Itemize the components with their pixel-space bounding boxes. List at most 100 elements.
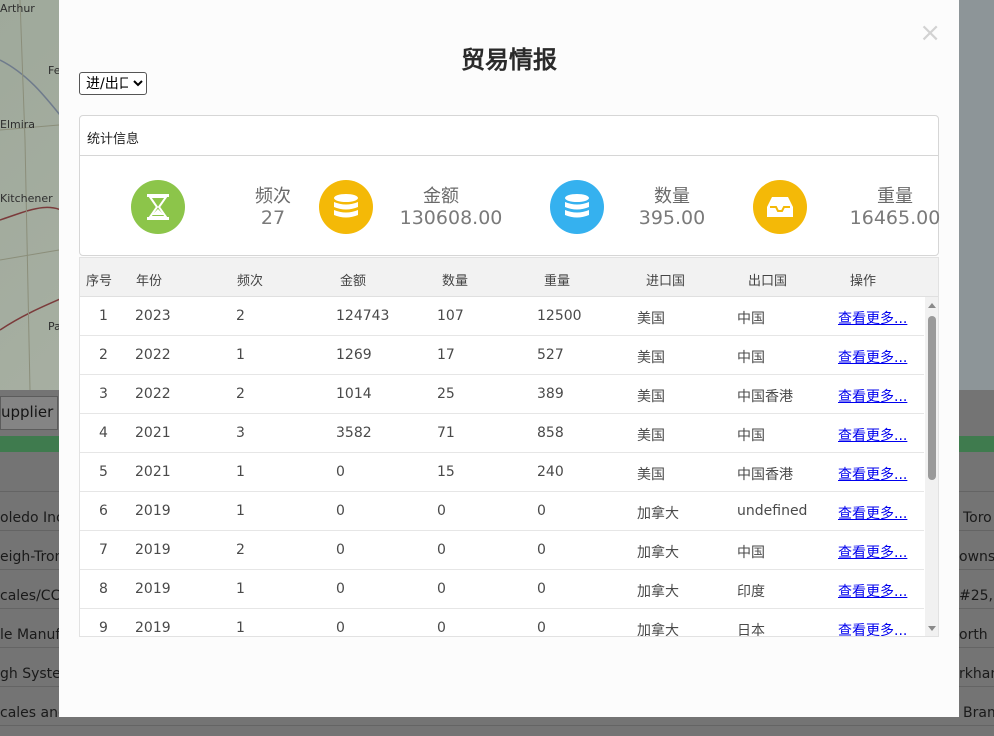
- view-more-link[interactable]: 查看更多...: [838, 620, 907, 636]
- table-row: 6 2019 1 0 0 0 加拿大 undefined 查看更多...: [80, 492, 924, 531]
- table-cell: 6: [99, 503, 108, 519]
- table-row: 2 2022 1 1269 17 527 美国 中国 查看更多...: [80, 336, 924, 375]
- stat-label: 频次: [255, 186, 291, 207]
- table-row: 3 2022 2 1014 25 389 美国 中国香港 查看更多...: [80, 375, 924, 414]
- table-cell: 1: [236, 347, 245, 363]
- table-cell: 1269: [336, 347, 372, 363]
- table-row: 5 2021 1 0 15 240 美国 中国香港 查看更多...: [80, 453, 924, 492]
- table-body: 1 2023 2 124743 107 12500 美国 中国 查看更多... 2 2022 1 126…: [80, 297, 924, 637]
- modal-title: 贸易情报: [461, 46, 557, 74]
- table-cell: 8: [99, 581, 108, 597]
- table-cell: 1: [99, 308, 108, 324]
- table-cell: 124743: [336, 308, 390, 324]
- table-cell: 1: [236, 620, 245, 636]
- view-more-link[interactable]: 查看更多...: [838, 581, 907, 601]
- view-more-link[interactable]: 查看更多...: [838, 308, 907, 328]
- background-map-edge: [959, 0, 994, 390]
- table-row: 4 2021 3 3582 71 858 美国 中国 查看更多...: [80, 414, 924, 453]
- table-cell: 0: [537, 503, 546, 519]
- table-cell: 858: [537, 425, 564, 441]
- background-row-left: gh System: [0, 666, 59, 682]
- hourglass-icon: [131, 180, 185, 234]
- background-row-right: orth: [959, 627, 988, 643]
- table-cell: 0: [537, 581, 546, 597]
- stat-label: 金额: [423, 186, 459, 207]
- table-cell: 美国: [637, 350, 665, 366]
- view-more-link[interactable]: 查看更多...: [838, 464, 907, 484]
- table-cell: 9: [99, 620, 108, 636]
- table-cell: 0: [336, 581, 345, 597]
- background-divider: [0, 725, 994, 726]
- table-cell: 中国: [737, 545, 765, 561]
- view-more-link[interactable]: 查看更多...: [838, 542, 907, 562]
- table-cell: 2022: [135, 347, 171, 363]
- table-cell: 2: [236, 542, 245, 558]
- table-cell: 71: [437, 425, 455, 441]
- background-row-left: le Manuf: [0, 627, 59, 643]
- scroll-thumb[interactable]: [928, 316, 936, 480]
- table-row: 8 2019 1 0 0 0 加拿大 印度 查看更多...: [80, 570, 924, 609]
- stat-value: 16465.00: [849, 207, 941, 229]
- direction-select[interactable]: 进/出口: [79, 72, 147, 95]
- background-row-right: Toro: [963, 510, 992, 526]
- stats-panel: 统计信息 频次 27 金额 130608.00 数量 395.00 重量 164…: [79, 115, 940, 256]
- table-cell: 0: [336, 464, 345, 480]
- table-cell: 1014: [336, 386, 372, 402]
- table-cell: 中国香港: [737, 467, 793, 483]
- database-icon: [319, 180, 373, 234]
- table-cell: 0: [336, 542, 345, 558]
- table-cell: 25: [437, 386, 455, 402]
- column-header: 数量: [442, 274, 469, 289]
- background-tab-label: upplier: [1, 403, 54, 421]
- table-cell: 2022: [135, 386, 171, 402]
- table-cell: 0: [336, 503, 345, 519]
- table-cell: 2: [236, 386, 245, 402]
- table-cell: 美国: [637, 428, 665, 444]
- table-scrollbar[interactable]: [925, 297, 938, 636]
- background-tab: upplier: [0, 396, 58, 430]
- table-cell: 0: [537, 620, 546, 636]
- table-cell: undefined: [737, 503, 808, 519]
- table-cell: 加拿大: [637, 623, 679, 637]
- map-label: Elmira: [0, 118, 36, 131]
- column-header: 频次: [237, 274, 264, 289]
- background-row-right: Bram: [963, 705, 994, 721]
- table-cell: 2: [236, 308, 245, 324]
- table-cell: 2019: [135, 581, 171, 597]
- table-cell: 日本: [737, 623, 765, 637]
- table-cell: 加拿大: [637, 584, 679, 600]
- column-header: 重量: [544, 274, 571, 289]
- table-row: 9 2019 1 0 0 0 加拿大 日本 查看更多...: [80, 609, 924, 637]
- map-label: Kitchener: [0, 192, 53, 205]
- view-more-link[interactable]: 查看更多...: [838, 503, 907, 523]
- view-more-link[interactable]: 查看更多...: [838, 386, 907, 406]
- stat-label: 数量: [654, 186, 690, 207]
- table-header: 序号 年份 频次 金额 数量 重量 进口国 出口国 操作: [80, 258, 938, 297]
- table-cell: 美国: [637, 467, 665, 483]
- table-cell: 中国: [737, 428, 765, 444]
- trade-intel-modal: × 贸易情报 进/出口 统计信息 频次 27 金额 130608.00 数量 3…: [59, 0, 959, 717]
- table-cell: 5: [99, 464, 108, 480]
- table-cell: 2: [99, 347, 108, 363]
- scroll-down-arrow-icon[interactable]: [928, 626, 936, 631]
- background-row-left: cales/CC: [0, 588, 59, 604]
- table-cell: 0: [437, 581, 446, 597]
- table-cell: 中国: [737, 311, 765, 327]
- view-more-link[interactable]: 查看更多...: [838, 347, 907, 367]
- column-header: 操作: [850, 274, 877, 289]
- table-cell: 0: [437, 503, 446, 519]
- view-more-link[interactable]: 查看更多...: [838, 425, 907, 445]
- background-row-right: owns: [959, 549, 994, 565]
- background-row-left: oledo Inc: [0, 510, 59, 526]
- scroll-up-arrow-icon[interactable]: [928, 303, 936, 308]
- table-cell: 2023: [135, 308, 171, 324]
- stat-value: 395.00: [638, 207, 706, 229]
- table-cell: 0: [437, 542, 446, 558]
- table-cell: 美国: [637, 311, 665, 327]
- column-header: 年份: [136, 274, 163, 289]
- column-header: 金额: [340, 274, 367, 289]
- table-cell: 0: [437, 620, 446, 636]
- background-row-left: cales and: [0, 705, 59, 721]
- table-row: 7 2019 2 0 0 0 加拿大 中国 查看更多...: [80, 531, 924, 570]
- table-cell: 中国: [737, 350, 765, 366]
